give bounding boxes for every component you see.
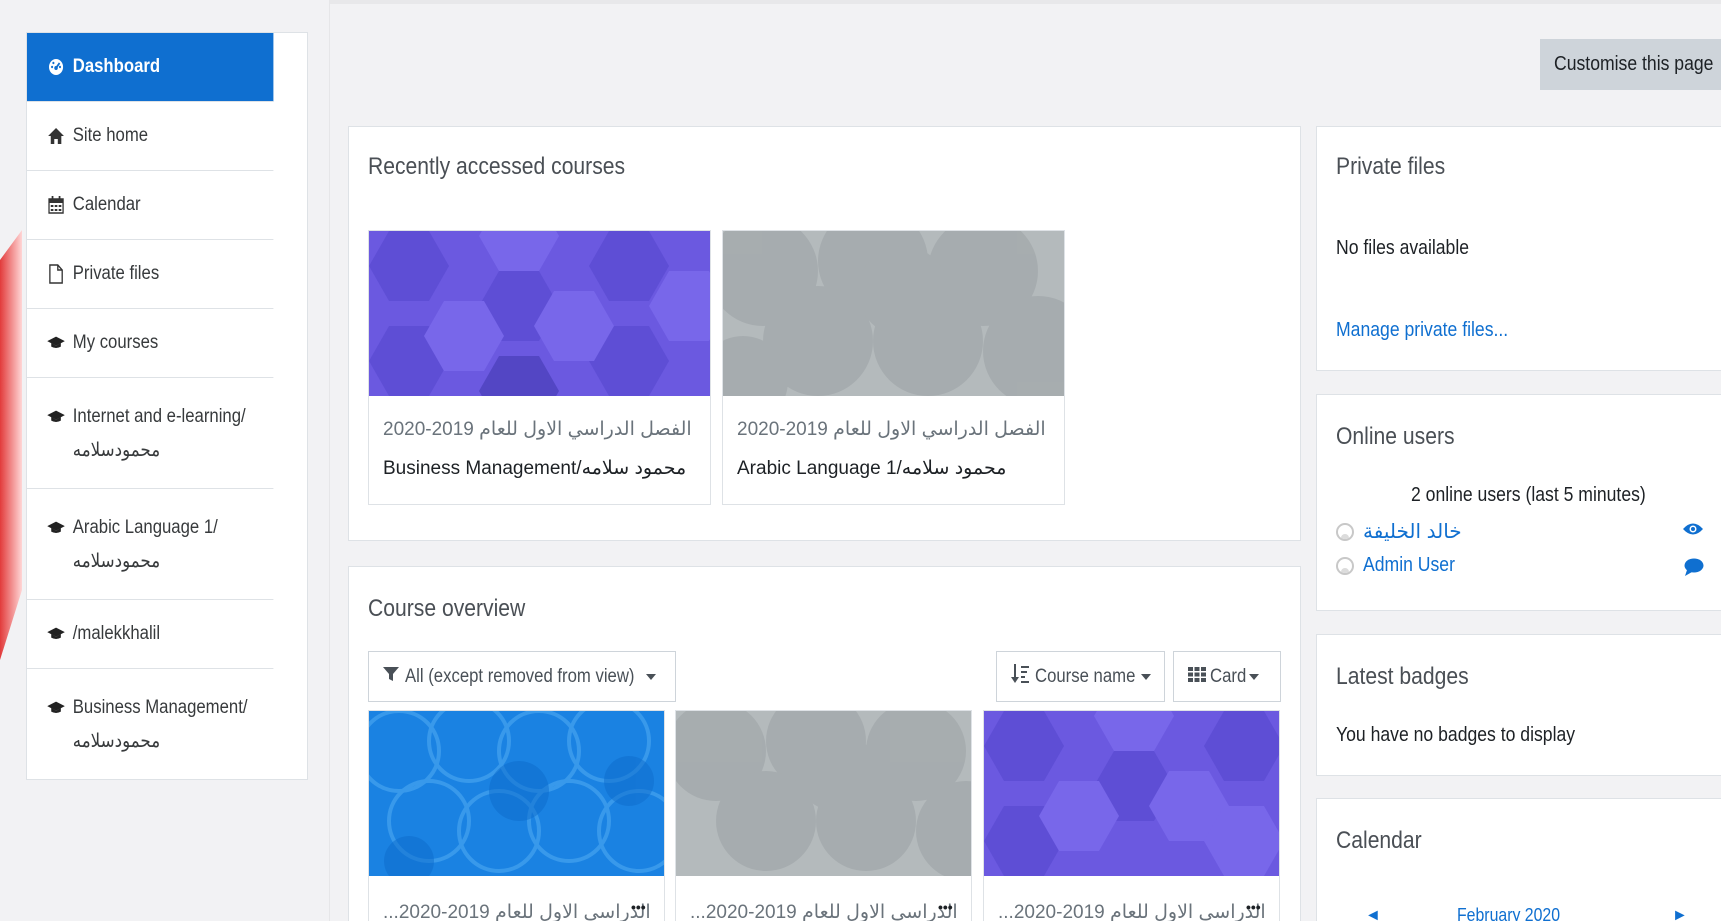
online-users-summary: 2 online users (last 5 minutes) (1411, 484, 1646, 506)
sidebar-item-label: Arabic Language 1/ محمودسلامه (72, 517, 218, 572)
course-card[interactable]: ...الدراسي الاول للعام 2019-2020 ••• (983, 710, 1280, 921)
block-title: Online users (1336, 423, 1455, 450)
course-category: ...الدراسي الاول للعام 2019-2020 (998, 902, 1266, 921)
block-title: Recently accessed courses (368, 153, 626, 180)
avatar (1336, 556, 1354, 575)
sidebar-item-my-courses[interactable]: My courses (27, 309, 274, 378)
sidebar-item-label: Calendar (72, 194, 141, 215)
course-card[interactable]: الفصل الدراسي الاول للعام 2019-2020 Busi… (368, 230, 711, 505)
course-category: الفصل الدراسي الاول للعام 2019-2020 (383, 419, 692, 440)
decorative-red-shape (0, 230, 22, 660)
top-divider (330, 0, 1721, 4)
block-title: Private files (1336, 153, 1446, 180)
avatar (1336, 522, 1354, 541)
course-pattern-grey (723, 231, 1064, 396)
block-title: Calendar (1336, 827, 1422, 854)
home-icon (47, 128, 65, 144)
no-badges-text: You have no badges to display (1336, 724, 1576, 746)
eye-icon[interactable] (1683, 522, 1703, 541)
dashboard-icon (47, 58, 65, 76)
manage-private-files-link[interactable]: Manage private files... (1336, 319, 1532, 342)
grid-icon (1188, 666, 1206, 688)
online-users-block: Online users 2 online users (last 5 minu… (1316, 394, 1721, 611)
course-overview-block: Course overview All (except removed from… (348, 566, 1301, 921)
block-title: Course overview (368, 595, 526, 622)
chevron-down-icon (1141, 673, 1152, 680)
calendar-month-title[interactable]: February 2020 (1457, 905, 1574, 921)
chevron-down-icon (645, 673, 656, 680)
calendar-icon (47, 196, 65, 214)
online-user-row[interactable]: Admin User (1336, 554, 1467, 577)
recently-accessed-courses-block: Recently accessed courses الفصل الدراسي … (348, 126, 1301, 541)
course-pattern-grey (676, 711, 971, 876)
course-category: ...الدراسي الاول للعام 2019-2020 (690, 902, 958, 921)
course-pattern-purple (984, 711, 1279, 876)
graduation-cap-icon (47, 409, 65, 425)
course-image[interactable] (676, 711, 971, 876)
sidebar-item-course-internet[interactable]: Internet and e-learning/ محمودسلامه (27, 378, 274, 489)
private-files-block: Private files No files available Manage … (1316, 126, 1721, 371)
course-image[interactable] (369, 711, 664, 876)
sidebar-item-label: My courses (72, 332, 159, 353)
sidebar-item-private-files[interactable]: Private files (27, 240, 274, 309)
graduation-cap-icon (47, 520, 65, 536)
message-icon[interactable] (1684, 558, 1704, 581)
course-card[interactable]: الفصل الدراسي الاول للعام 2019-2020 Arab… (722, 230, 1065, 505)
sidebar-item-label: /malekkhalil (72, 623, 161, 644)
more-options-icon[interactable]: ••• (631, 899, 646, 915)
latest-badges-block: Latest badges You have no badges to disp… (1316, 634, 1721, 776)
online-user-row[interactable]: خالد الخليفة (1336, 519, 1462, 544)
customise-page-button[interactable]: Customise this page (1540, 39, 1721, 90)
calendar-next-month[interactable]: ► (1672, 907, 1688, 921)
sort-icon (1011, 663, 1029, 690)
graduation-cap-icon (47, 700, 65, 716)
more-options-icon[interactable]: ••• (1246, 899, 1261, 915)
course-pattern-purple (369, 231, 710, 396)
chevron-down-icon (1249, 673, 1260, 680)
sidebar-item-calendar[interactable]: Calendar (27, 171, 274, 240)
file-icon (47, 264, 65, 284)
filter-icon (383, 666, 399, 688)
more-options-icon[interactable]: ••• (938, 899, 953, 915)
sidebar-nav: Dashboard Site home Calendar Private fil… (26, 32, 308, 780)
graduation-cap-icon (47, 626, 65, 642)
sidebar-item-label: Dashboard (72, 56, 161, 77)
course-name-link[interactable]: Business Management/محمود سلامه (383, 457, 686, 480)
no-files-text: No files available (1336, 237, 1470, 259)
course-image[interactable] (984, 711, 1279, 876)
view-mode-dropdown[interactable]: Card (1173, 651, 1281, 702)
course-category: ...الدراسي الاول للعام 2019-2020 (383, 902, 651, 921)
sidebar-item-course-malekkhalil[interactable]: /malekkhalil (27, 600, 274, 669)
course-pattern-blue (369, 711, 664, 876)
course-card[interactable]: ...الدراسي الاول للعام 2019-2020 ••• (675, 710, 972, 921)
sidebar-item-label: Business Management/ محمودسلامه (72, 697, 248, 752)
sidebar-item-label: Private files (72, 263, 160, 284)
block-title: Latest badges (1336, 663, 1469, 690)
sidebar-item-course-arabic[interactable]: Arabic Language 1/ محمودسلامه (27, 489, 274, 600)
course-name-link[interactable]: Arabic Language 1/محمود سلامه (737, 457, 1006, 480)
sidebar-item-site-home[interactable]: Site home (27, 102, 274, 171)
grouping-filter-dropdown[interactable]: All (except removed from view) (368, 651, 676, 702)
sidebar-item-label: Site home (72, 125, 149, 146)
sidebar-item-course-business[interactable]: Business Management/ محمودسلامه (27, 669, 273, 779)
course-category: الفصل الدراسي الاول للعام 2019-2020 (737, 419, 1046, 440)
calendar-prev-month[interactable]: ◄ (1365, 907, 1381, 921)
calendar-block: Calendar ◄ February 2020 ► (1316, 798, 1721, 921)
sidebar-item-dashboard[interactable]: Dashboard (27, 33, 274, 102)
sort-dropdown[interactable]: Course name (996, 651, 1165, 702)
graduation-cap-icon (47, 335, 65, 351)
sidebar-item-label: Internet and e-learning/ محمودسلامه (72, 406, 246, 461)
course-image[interactable] (369, 231, 710, 396)
course-card[interactable]: ...الدراسي الاول للعام 2019-2020 ••• (368, 710, 665, 921)
course-image[interactable] (723, 231, 1064, 396)
